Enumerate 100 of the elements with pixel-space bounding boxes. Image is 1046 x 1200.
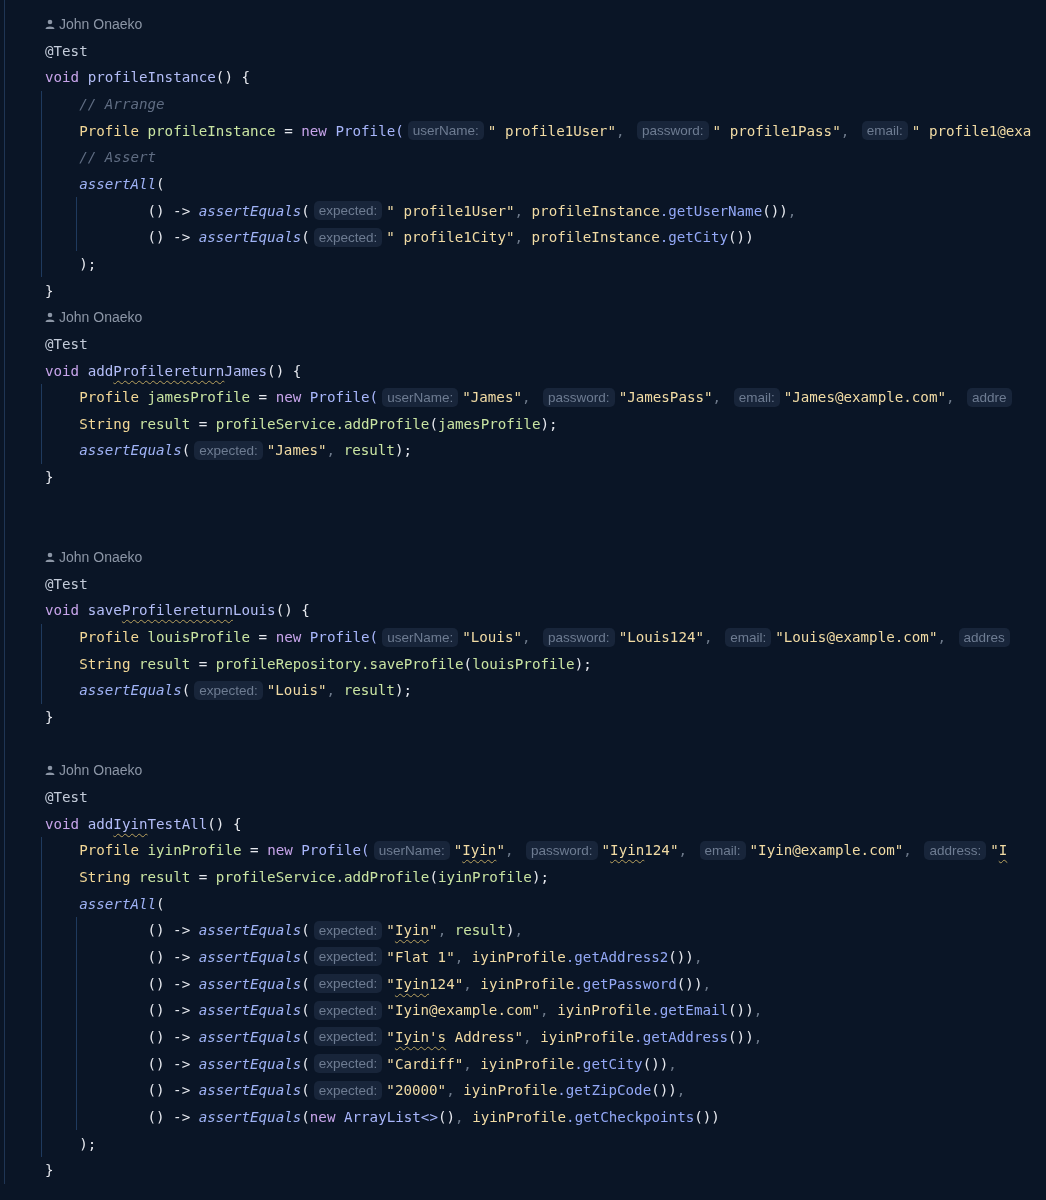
code-text: () -> — [147, 1108, 191, 1125]
method-call: .getAddress2 — [565, 948, 669, 965]
code-text: () -> — [147, 202, 191, 219]
code-text: ()) — [651, 1082, 677, 1099]
author-name[interactable]: John Onaeko — [59, 16, 143, 32]
code-punctuation: , — [540, 1002, 549, 1019]
code-text: ( — [301, 229, 310, 246]
method-call: assertEquals — [198, 975, 302, 992]
string-literal: " profile1User" — [487, 122, 616, 139]
method-name: Profilereturn — [113, 362, 225, 379]
code-punctuation: , — [712, 389, 722, 406]
method-call: assertEquals — [79, 682, 182, 699]
code-punctuation: , — [463, 975, 472, 992]
variable-name: profileInstance — [147, 122, 276, 139]
method-call: assertEquals — [198, 1055, 302, 1072]
keyword: new — [275, 629, 302, 646]
string-literal: "James" — [462, 389, 522, 406]
parameter-hint: email: — [733, 387, 780, 407]
parameter-hint: password: — [637, 121, 709, 141]
parameter-hint: password: — [543, 387, 615, 407]
string-literal: " — [386, 1028, 395, 1045]
string-literal: " — [453, 842, 463, 859]
code-text: ) — [505, 922, 515, 939]
variable-name: iyinProfile — [480, 975, 575, 992]
type-name: Profile — [79, 122, 139, 139]
code-text: = — [284, 122, 293, 139]
method-call: .getAddress — [634, 1028, 729, 1045]
code-text: = — [258, 629, 268, 646]
code-punctuation: , — [514, 922, 524, 939]
code-text: ( — [301, 1108, 310, 1125]
parameter-hint: addre — [967, 387, 1012, 407]
code-punctuation: , — [693, 948, 703, 965]
string-literal: 124" — [429, 975, 464, 992]
code-text: () -> — [147, 1028, 191, 1045]
parameter-hint: email: — [725, 627, 772, 647]
string-literal: " profile1User" — [386, 202, 515, 219]
code-punctuation: , — [514, 202, 524, 219]
class-name: Profile( — [301, 842, 370, 859]
method-call: assertEquals — [198, 1002, 302, 1019]
code-text: ( — [301, 1082, 310, 1099]
type-name: String — [79, 415, 131, 432]
method-name: add — [87, 362, 114, 379]
variable-name: profileRepository.saveProfile — [215, 655, 464, 672]
parameter-hint: expected: — [313, 1080, 383, 1100]
parameter-hint: userName: — [373, 840, 450, 860]
keyword: new — [301, 122, 327, 139]
code-text: ()) — [728, 229, 754, 246]
code-text: () -> — [147, 1082, 191, 1099]
code-text: } — [45, 282, 54, 299]
method-name: profileInstance — [87, 69, 216, 86]
code-text: = — [198, 869, 208, 885]
string-literal: " — [386, 975, 395, 992]
code-text: = — [198, 655, 208, 672]
method-call: assertAll — [79, 175, 157, 192]
string-literal: " profile1@exa — [911, 122, 1032, 139]
variable-name: iyinProfile — [472, 1108, 567, 1125]
variable-name: profileService.addProfile — [215, 869, 430, 885]
string-literal: " — [990, 842, 999, 859]
keyword: void — [45, 602, 80, 619]
variable-name: profileService.addProfile — [215, 415, 430, 432]
code-text: ()) — [762, 202, 788, 219]
method-call: assertEquals — [79, 442, 182, 459]
person-icon — [45, 765, 55, 776]
parameter-hint: addres — [958, 627, 1010, 647]
code-punctuation: , — [455, 1108, 464, 1125]
method-call: assertEquals — [198, 948, 302, 965]
keyword: new — [267, 842, 293, 859]
code-text: ( — [301, 975, 310, 992]
method-name: James — [224, 362, 268, 379]
code-punctuation: , — [522, 389, 531, 406]
string-literal: Iyin — [610, 842, 645, 859]
code-text: ( — [301, 202, 310, 219]
variable-name: result — [138, 655, 191, 672]
parameter-hint: address: — [924, 840, 987, 860]
code-punctuation: , — [523, 1028, 532, 1045]
parameter-hint: email: — [699, 840, 746, 860]
code-text: () -> — [147, 975, 191, 992]
code-text: ); — [531, 869, 549, 885]
string-literal: Iyin — [394, 975, 430, 992]
code-text: } — [45, 469, 54, 486]
person-icon — [45, 552, 55, 563]
code-text: ( — [429, 869, 438, 885]
code-punctuation: , — [678, 842, 687, 859]
keyword: new — [275, 389, 302, 406]
code-punctuation: , — [840, 122, 850, 139]
string-literal: "JamesPass" — [618, 389, 713, 406]
author-name[interactable]: John Onaeko — [59, 309, 143, 326]
code-text: ( — [156, 895, 165, 912]
code-punctuation: , — [514, 229, 524, 246]
variable-name: result — [138, 869, 191, 885]
author-name[interactable]: John Onaeko — [59, 549, 143, 566]
code-text: () -> — [147, 948, 191, 965]
method-call: assertEquals — [198, 229, 302, 246]
variable-name: result — [343, 442, 395, 459]
method-call: assertEquals — [198, 922, 302, 939]
class-name: ArrayList<> — [344, 1108, 438, 1125]
author-name[interactable]: John Onaeko — [59, 762, 143, 779]
code-text: () { — [267, 362, 302, 379]
parameter-hint: expected: — [313, 974, 383, 994]
method-call: assertEquals — [198, 1108, 302, 1125]
